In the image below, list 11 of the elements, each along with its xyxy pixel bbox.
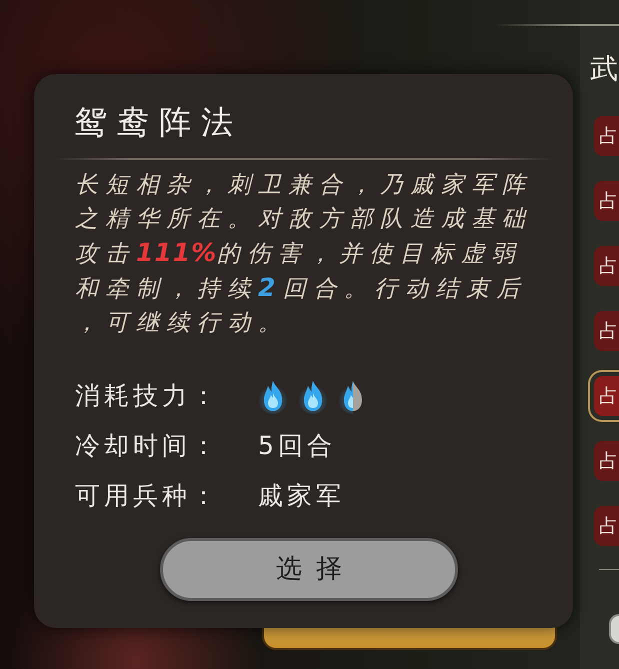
skill-description: 长短相杂，刺卫兼合，乃戚家军阵之精华所在。对敌方部队造成基础攻击 111%的伤害，并使目标虚弱和牵制，持续 2 回合。行动结束后，可继续行动。 — [75, 171, 534, 338]
stat-label: 冷却时间： — [75, 430, 221, 462]
side-panel-heading: 武 — [590, 52, 619, 86]
side-tab-button[interactable]: 占 — [588, 370, 619, 422]
skill-title: 鸳鸯阵法 — [75, 102, 243, 142]
select-button[interactable]: 选择 — [160, 538, 458, 601]
stat-value: 戚家军 — [258, 480, 345, 512]
stat-label: 可用兵种： — [75, 480, 221, 512]
stat-label: 消耗技力： — [75, 380, 221, 412]
stat-value: 5回合 — [258, 430, 336, 462]
circle-handle-icon[interactable] — [609, 614, 619, 644]
